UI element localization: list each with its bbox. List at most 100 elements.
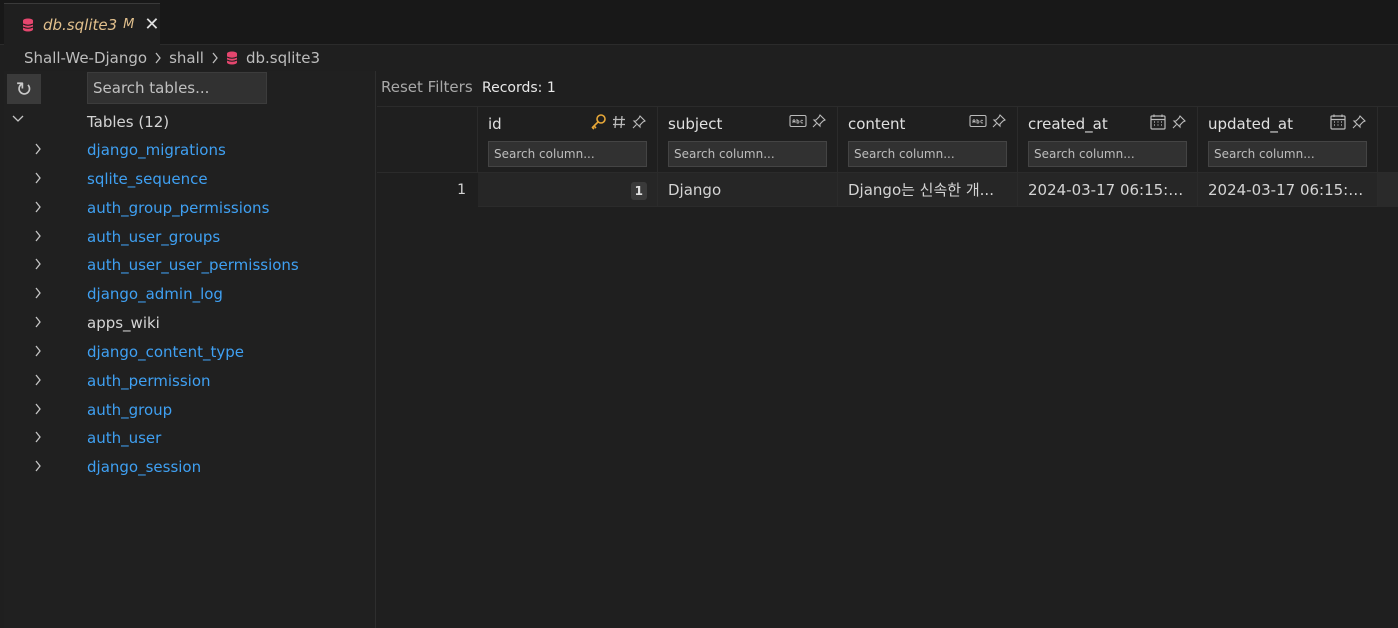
row-filler [1378,173,1398,207]
reset-filters-button[interactable]: Reset Filters [381,78,473,96]
column-name: subject [668,115,723,133]
chevron-right-icon [35,460,41,472]
table-row[interactable]: 1 1 Django Django는 신속한 개... 2024-03-17 0… [377,173,1398,207]
chevron-right-icon [35,345,41,357]
calendar-icon [1330,114,1346,130]
breadcrumb: Shall-We-Django shall db.sqlite3 [0,45,1398,71]
abc-icon [789,114,807,128]
chevron-down-icon [12,115,24,122]
hash-icon [613,115,625,129]
column-search-input-content[interactable] [848,141,1007,167]
column-header-created-at[interactable]: created_at [1018,107,1198,173]
table-item[interactable]: auth_group [4,398,376,427]
column-header-id[interactable]: id [478,107,658,173]
column-name: updated_at [1208,115,1293,133]
chevron-right-icon [35,432,41,443]
tables-group-label: Tables (12) [87,113,170,131]
table-name: auth_permission [87,371,211,390]
data-grid: id subject [377,106,1398,207]
table-item[interactable]: auth_group_permissions [4,196,376,225]
breadcrumb-item-folder[interactable]: shall [169,49,204,67]
table-item[interactable]: auth_user [4,426,376,455]
table-name: sqlite_sequence [87,169,208,188]
pin-icon[interactable] [1171,114,1187,130]
database-icon [22,18,34,31]
column-icons [969,113,1007,129]
chevron-right-icon [35,403,41,414]
table-name: django_migrations [87,141,226,159]
table-item[interactable]: auth_permission [4,369,376,398]
tables-sidebar: ↻ Tables (12) django_migrations sqlite_s… [4,71,376,628]
column-search-input-updated-at[interactable] [1208,141,1367,167]
cell-id[interactable]: 1 [478,173,658,207]
column-icons [1149,113,1187,131]
pin-icon[interactable] [991,113,1007,129]
close-icon[interactable]: ✕ [144,15,159,34]
modified-indicator: M [123,17,135,32]
table-name: django_admin_log [87,285,223,304]
chevron-right-icon [35,374,41,386]
table-item[interactable]: django_session [4,455,376,484]
tab-bar: db.sqlite3 M ✕ [0,0,1398,45]
cell-value: 1 [630,181,647,200]
table-item[interactable]: django_admin_log [4,282,376,311]
pin-icon[interactable] [1351,114,1367,130]
breadcrumb-item-project[interactable]: Shall-We-Django [24,49,147,67]
column-icons [789,113,827,129]
pin-icon[interactable] [631,114,647,130]
column-header-updated-at[interactable]: updated_at [1198,107,1378,173]
table-name: auth_user_user_permissions [87,256,299,275]
column-icons [589,113,647,131]
chevron-right-icon [35,143,41,155]
calendar-icon [1150,114,1166,130]
column-search-input-id[interactable] [488,141,647,167]
table-item[interactable]: sqlite_sequence [4,167,376,196]
table-name: auth_group_permissions [87,198,270,217]
key-icon [591,114,606,130]
column-header-content[interactable]: content [838,107,1018,173]
database-icon [226,51,238,65]
column-name: content [848,115,906,133]
pin-icon[interactable] [811,113,827,129]
cell-created-at[interactable]: 2024-03-17 06:15:33.... [1018,173,1198,207]
table-name: auth_user_groups [87,227,221,246]
breadcrumb-item-file[interactable]: db.sqlite3 [246,49,320,67]
table-name: auth_group [87,400,173,419]
table-name: auth_user [87,429,162,448]
column-name: id [488,115,502,133]
chevron-right-icon [155,52,161,64]
chevron-right-icon [35,287,41,299]
column-search-input-subject[interactable] [668,141,827,167]
data-grid-pane: Reset Filters Records: 1 id subject [377,71,1398,628]
chevron-right-icon [35,316,41,328]
cell-updated-at[interactable]: 2024-03-17 06:15:33.... [1198,173,1378,207]
tab-db-sqlite3[interactable]: db.sqlite3 M ✕ [4,3,160,45]
table-item[interactable]: django_content_type [4,340,376,369]
column-search-input-created-at[interactable] [1028,141,1187,167]
table-item[interactable]: auth_user_user_permissions [4,253,376,282]
cell-subject[interactable]: Django [658,173,838,207]
cell-content[interactable]: Django는 신속한 개... [838,173,1018,207]
chevron-right-icon [35,258,41,270]
table-item[interactable]: auth_user_groups [4,225,376,254]
table-name: apps_wiki [87,314,160,333]
column-header-subject[interactable]: subject [658,107,838,173]
tables-group-header[interactable]: Tables (12) [4,109,376,135]
table-name: django_content_type [87,342,245,361]
refresh-button[interactable]: ↻ [7,74,41,104]
header-filler [1378,107,1398,173]
records-count: Records: 1 [482,80,556,96]
table-item[interactable]: django_migrations [4,138,376,167]
chevron-right-icon [35,201,41,213]
refresh-icon: ↻ [15,77,33,101]
table-item[interactable]: apps_wiki [4,311,376,340]
grid-header: id subject [377,106,1398,173]
search-tables-input[interactable] [87,72,267,104]
table-list: django_migrations sqlite_sequence auth_g… [4,138,376,484]
abc-icon [969,114,987,128]
sqlite-viewer-window: db.sqlite3 M ✕ Shall-We-Django shall db.… [0,0,1398,628]
row-number: 1 [377,173,478,207]
table-name: django_session [87,458,202,477]
column-name: created_at [1028,115,1108,133]
column-icons [1329,113,1367,131]
